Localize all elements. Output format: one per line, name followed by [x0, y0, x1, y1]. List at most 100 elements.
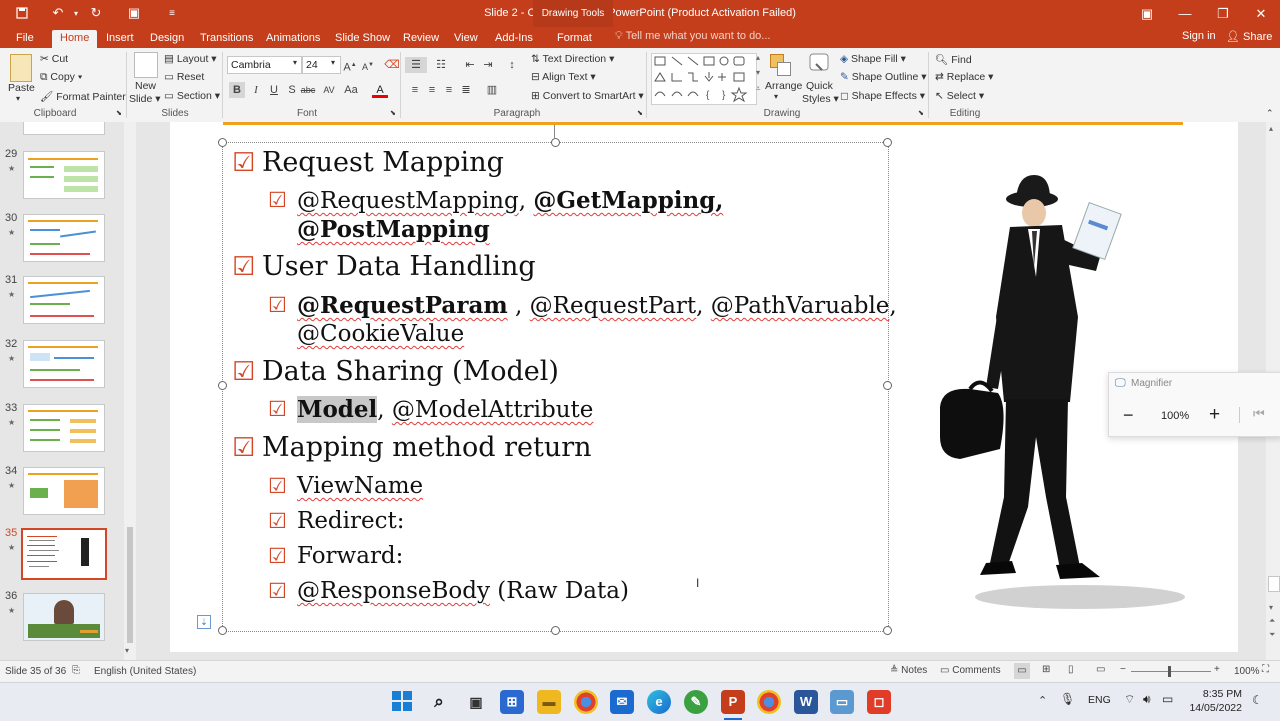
- language-indicator[interactable]: English (United States): [94, 666, 196, 677]
- tab-home[interactable]: Home: [52, 30, 98, 48]
- screen-recorder-icon[interactable]: ◻: [867, 690, 891, 714]
- slideshow-view-icon[interactable]: ▭: [1096, 664, 1105, 675]
- strikethrough-button[interactable]: abc: [300, 82, 316, 98]
- notepad-plus-icon[interactable]: ✎: [684, 690, 708, 714]
- align-center-icon[interactable]: ≡: [424, 82, 440, 98]
- new-slide-icon[interactable]: [134, 52, 158, 78]
- tab-format[interactable]: Format: [549, 30, 600, 48]
- grow-font-icon[interactable]: A▲: [342, 57, 358, 74]
- underline-button[interactable]: U: [266, 82, 282, 98]
- clipboard-launcher-icon[interactable]: ⬊: [116, 109, 122, 117]
- rotate-handle[interactable]: [554, 125, 555, 139]
- magnifier-window[interactable]: 🖵︎ Magnifier − 100% + ⏮: [1108, 372, 1280, 437]
- new-slide-label-2[interactable]: Slide ▾: [129, 93, 161, 105]
- shadow-button[interactable]: S: [284, 82, 300, 98]
- scroll-down-arrow-icon[interactable]: ▾: [1269, 603, 1273, 612]
- tab-review[interactable]: Review: [395, 30, 447, 48]
- ribbon-display-icon[interactable]: ▣: [1128, 0, 1166, 27]
- remote-desktop-icon[interactable]: ▭: [830, 690, 854, 714]
- slide-thumbnail[interactable]: [23, 467, 105, 515]
- resize-handle[interactable]: [218, 138, 227, 147]
- notes-button[interactable]: ≜ Notes: [890, 665, 927, 676]
- windows-start-icon[interactable]: [390, 690, 414, 714]
- store-icon[interactable]: ⊞: [500, 690, 524, 714]
- format-painter-button[interactable]: 🖌︎ Format Painter: [40, 90, 126, 103]
- gallery-more-icon[interactable]: ⩡: [756, 84, 761, 94]
- italic-button[interactable]: I: [248, 82, 264, 98]
- search-icon[interactable]: ⌕: [427, 690, 451, 714]
- tab-slide-show[interactable]: Slide Show: [327, 30, 398, 48]
- arrange-dropdown-icon[interactable]: ▾: [774, 92, 778, 101]
- tab-insert[interactable]: Insert: [98, 30, 142, 48]
- zoom-out-button[interactable]: −: [1123, 405, 1134, 426]
- normal-view-icon[interactable]: ▭: [1014, 663, 1030, 679]
- zoom-in-button[interactable]: +: [1209, 404, 1220, 426]
- resize-handle[interactable]: [218, 381, 227, 390]
- file-explorer-icon[interactable]: ▬: [537, 690, 561, 714]
- paste-dropdown-icon[interactable]: ▾: [16, 94, 20, 103]
- zoom-level[interactable]: 100%: [1234, 666, 1260, 677]
- line-spacing-icon[interactable]: ↕: [504, 57, 520, 73]
- volume-icon[interactable]: 🔊︎: [1143, 692, 1151, 707]
- clock-date[interactable]: 14/05/2022: [1188, 702, 1242, 714]
- resize-handle[interactable]: [551, 626, 560, 635]
- clear-format-icon[interactable]: ⌫: [384, 57, 400, 73]
- clock-time[interactable]: 8:35 PM: [1200, 688, 1242, 700]
- resize-handle[interactable]: [883, 381, 892, 390]
- reading-view-icon[interactable]: ▯: [1068, 664, 1074, 675]
- align-right-icon[interactable]: ≡: [441, 82, 457, 98]
- sign-in-link[interactable]: Sign in: [1182, 30, 1216, 42]
- increase-indent-icon[interactable]: ⇥: [480, 57, 496, 73]
- tab-design[interactable]: Design: [142, 30, 192, 48]
- edge-icon[interactable]: e: [647, 690, 671, 714]
- scroll-up-arrow-icon[interactable]: ▴: [1269, 124, 1273, 133]
- shape-fill-button[interactable]: ◈ Shape Fill ▾: [840, 53, 906, 65]
- autofit-options-icon[interactable]: ⇣: [197, 615, 211, 629]
- thumbnail-scrollbar[interactable]: ▾: [124, 122, 136, 660]
- bullets-icon[interactable]: ☰: [405, 57, 427, 73]
- quick-styles-icon[interactable]: [808, 52, 830, 76]
- restore-button[interactable]: ❐: [1204, 0, 1242, 27]
- slide-thumbnail[interactable]: [23, 340, 105, 388]
- slide-thumbnail[interactable]: [23, 404, 105, 452]
- show-hidden-icons-icon[interactable]: ⌃: [1038, 694, 1047, 707]
- tab-transitions[interactable]: Transitions: [192, 30, 261, 48]
- slide-thumbnail[interactable]: [23, 593, 105, 641]
- scrollbar-thumb[interactable]: [1268, 576, 1280, 592]
- minimize-button[interactable]: —: [1166, 0, 1204, 27]
- change-case-icon[interactable]: Aa: [343, 82, 359, 98]
- shapes-gallery[interactable]: {}: [651, 53, 757, 105]
- quick-styles-label-1[interactable]: Quick: [806, 80, 833, 92]
- resize-handle[interactable]: [883, 626, 892, 635]
- powerpoint-icon[interactable]: P: [721, 690, 745, 714]
- slide-thumbnail[interactable]: [23, 151, 105, 199]
- font-size-combo[interactable]: 24: [302, 56, 341, 74]
- select-button[interactable]: ↖ Select ▾: [935, 90, 984, 102]
- font-family-dropdown-icon[interactable]: ▾: [293, 58, 297, 67]
- justify-icon[interactable]: ≣: [458, 82, 474, 98]
- task-view-icon[interactable]: ▣: [464, 690, 488, 714]
- zoom-slider-thumb[interactable]: [1168, 666, 1171, 677]
- text-direction-button[interactable]: ⇅ Text Direction ▾: [531, 53, 614, 65]
- battery-icon[interactable]: ▭: [1162, 692, 1173, 706]
- close-button[interactable]: ✕: [1242, 0, 1280, 27]
- zoom-in-icon[interactable]: +: [1214, 664, 1220, 675]
- decrease-indent-icon[interactable]: ⇤: [462, 57, 478, 73]
- arrange-icon[interactable]: [770, 54, 791, 76]
- gallery-down-icon[interactable]: ▾: [756, 68, 760, 77]
- paste-icon[interactable]: [10, 54, 32, 82]
- tell-me-search[interactable]: 💡︎ Tell me what you want to do...: [615, 30, 770, 43]
- shape-outline-button[interactable]: ✎ Shape Outline ▾: [840, 71, 927, 83]
- slide-sorter-icon[interactable]: ⊞: [1042, 664, 1050, 675]
- resize-handle[interactable]: [551, 138, 560, 147]
- numbering-icon[interactable]: ☷: [433, 57, 449, 73]
- slide-thumbnail[interactable]: [23, 214, 105, 262]
- convert-smartart-button[interactable]: ⊞ Convert to SmartArt ▾: [531, 90, 644, 102]
- share-button[interactable]: 👤︎ Share: [1226, 30, 1272, 43]
- find-button[interactable]: 🔍︎ Find: [935, 53, 972, 66]
- align-text-button[interactable]: ⊟ Align Text ▾: [531, 71, 596, 83]
- tab-view[interactable]: View: [446, 30, 486, 48]
- font-size-dropdown-icon[interactable]: ▾: [331, 58, 335, 67]
- resize-handle[interactable]: [218, 626, 227, 635]
- chrome-profile-icon[interactable]: [757, 690, 781, 714]
